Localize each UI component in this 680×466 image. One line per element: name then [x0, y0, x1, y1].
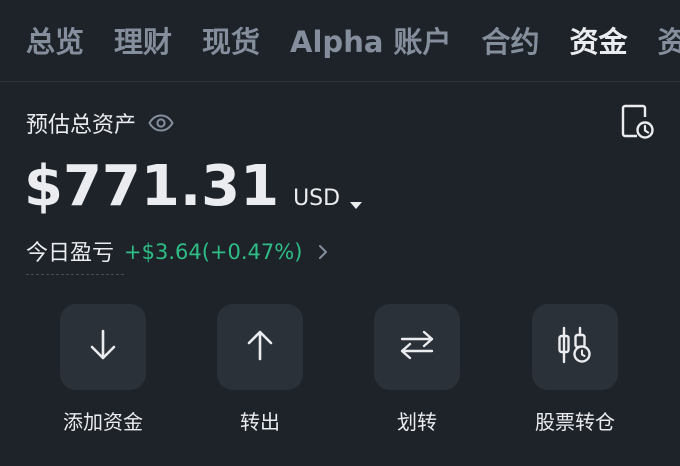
arrow-up-icon: [245, 328, 275, 366]
stock-transfer-label: 股票转仓: [535, 410, 615, 434]
top-tab-bar: 总览 理财 现货 Alpha 账户 合约 资金 资: [0, 0, 680, 82]
transfer-out-button[interactable]: 转出: [200, 304, 320, 435]
eye-icon[interactable]: [148, 114, 174, 132]
add-funds-label: 添加资金: [63, 410, 143, 434]
currency-label: USD: [293, 186, 341, 211]
quick-actions: 添加资金 转出 划转 股票转仓: [0, 304, 680, 444]
estimated-assets-header: 预估总资产: [26, 106, 174, 140]
balance-row: $771.31 USD: [24, 154, 363, 219]
todays-pnl-row[interactable]: 今日盈亏 +$3.64(+0.47%): [26, 234, 328, 270]
pnl-label-underline: [26, 274, 124, 275]
tab-overview[interactable]: 总览: [26, 22, 84, 62]
todays-pnl-label: 今日盈亏: [26, 240, 115, 266]
caret-down-icon: [350, 195, 363, 209]
add-funds-button[interactable]: 添加资金: [43, 304, 163, 435]
tab-partial-next[interactable]: 资: [658, 22, 680, 62]
add-funds-tile[interactable]: [60, 304, 146, 390]
tab-futures[interactable]: 合约: [482, 22, 540, 62]
estimated-assets-label: 预估总资产: [26, 113, 137, 138]
balance-amount: $771.31: [24, 154, 280, 219]
stock-transfer-tile[interactable]: [532, 304, 618, 390]
tab-funding[interactable]: 资金: [570, 22, 628, 62]
internal-transfer-tile[interactable]: [374, 304, 460, 390]
tab-earn[interactable]: 理财: [114, 22, 172, 62]
stock-transfer-button[interactable]: 股票转仓: [515, 304, 635, 435]
internal-transfer-button[interactable]: 划转: [357, 304, 477, 435]
transfer-out-label: 转出: [240, 410, 280, 434]
stock-transfer-icon: [555, 325, 595, 369]
tab-alpha-account[interactable]: Alpha 账户: [290, 22, 451, 62]
todays-pnl-value: +$3.64(+0.47%): [124, 240, 303, 264]
history-icon[interactable]: [620, 104, 654, 140]
transfer-icon: [399, 330, 435, 364]
tab-list: 总览 理财 现货 Alpha 账户 合约 资金 资: [26, 22, 680, 62]
chevron-right-icon: [318, 244, 328, 260]
internal-transfer-label: 划转: [397, 410, 437, 434]
tab-spot[interactable]: 现货: [202, 22, 260, 62]
transfer-out-tile[interactable]: [217, 304, 303, 390]
arrow-down-icon: [88, 328, 118, 366]
currency-selector[interactable]: USD: [293, 186, 363, 211]
